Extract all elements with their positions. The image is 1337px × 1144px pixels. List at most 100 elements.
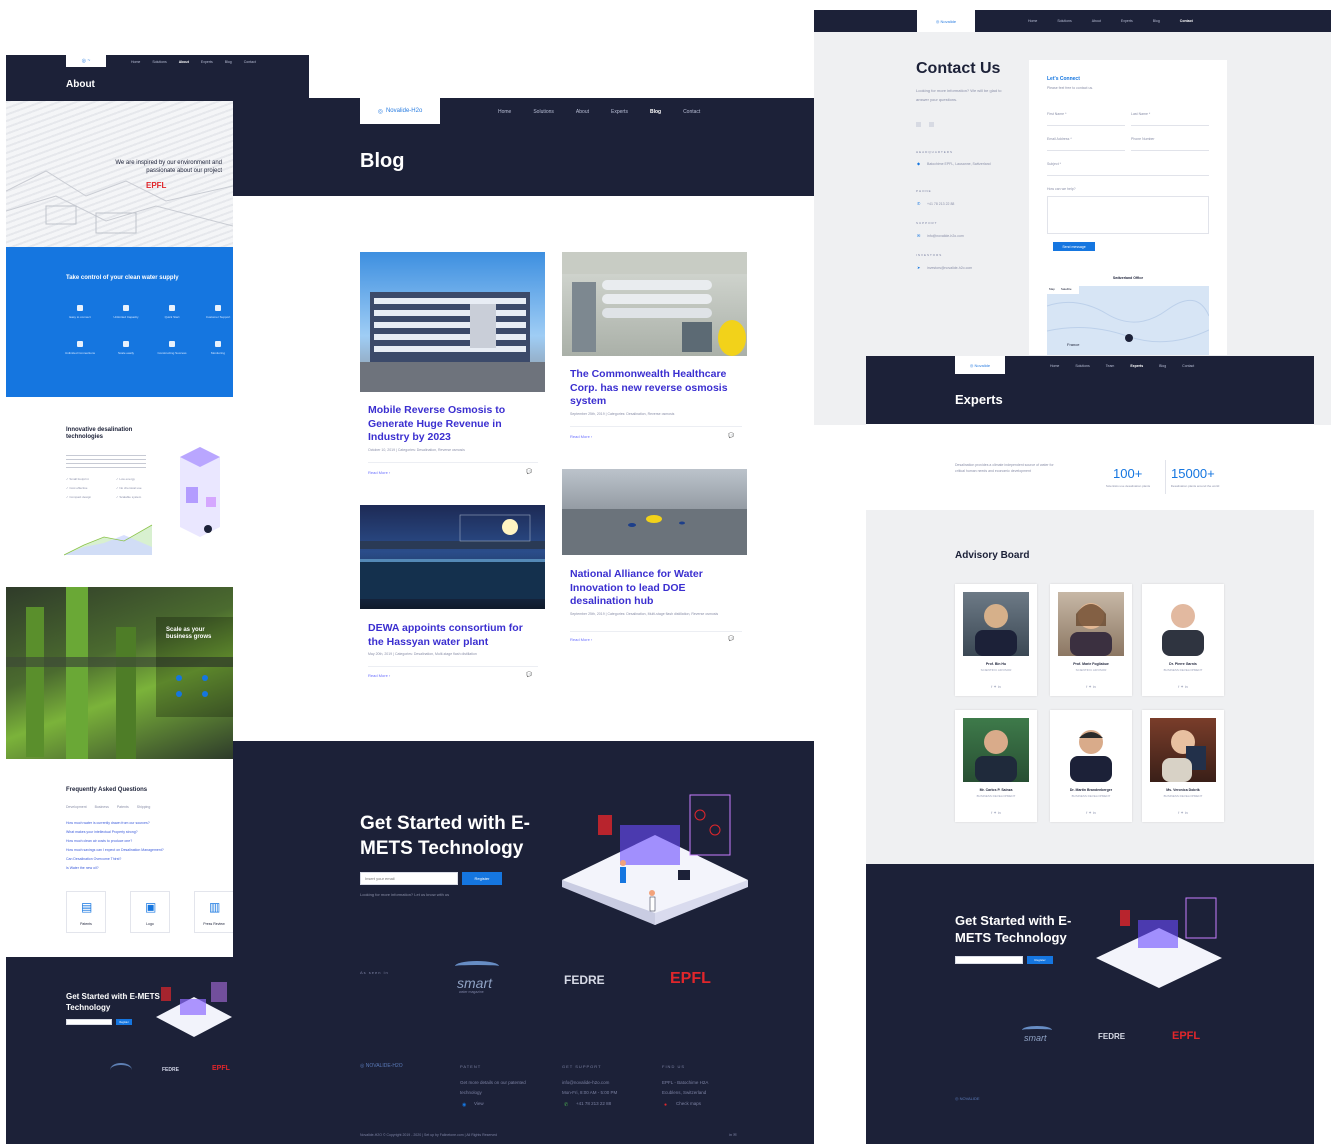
expert-card[interactable]: Prof. Marie Fogliabue SCIENTIFIC ADVISOR…: [1050, 584, 1132, 696]
experts-cta-register-button[interactable]: Register: [1027, 956, 1053, 964]
post-title[interactable]: Mobile Reverse Osmosis to Generate Huge …: [368, 404, 538, 445]
blog-post-card[interactable]: The Commonwealth Healthcare Corp. has ne…: [562, 252, 747, 452]
nav-solutions[interactable]: Solutions: [533, 109, 554, 115]
faq-tab[interactable]: Shipping: [137, 805, 151, 809]
read-more-link[interactable]: Read More ›: [570, 434, 592, 439]
read-more-link[interactable]: Read More ›: [570, 637, 592, 642]
post-title[interactable]: National Alliance for Water Innovation t…: [570, 568, 742, 609]
faq-item[interactable]: Can Desalination Overcome Thirst?: [66, 857, 121, 861]
footer-logo[interactable]: ◎ NOVALIDE-H2O: [360, 1063, 403, 1069]
doc-card-patents[interactable]: ▤ Patents: [66, 891, 106, 933]
expert-card[interactable]: Dr. Martin Brandenberger BUSINESS DEVELO…: [1050, 710, 1132, 822]
expert-social-icons[interactable]: f ✦ in: [1142, 684, 1224, 689]
expert-card[interactable]: Ms. Veronica Dobrik BUSINESS DEVELOPMENT…: [1142, 710, 1224, 822]
post-title[interactable]: The Commonwealth Healthcare Corp. has ne…: [570, 368, 742, 409]
experts-logo[interactable]: ◎ Novalide: [955, 356, 1005, 374]
doc-card-press[interactable]: ▥ Press Review: [194, 891, 233, 933]
about-cta-register-button[interactable]: Register: [116, 1019, 132, 1025]
expert-social-icons[interactable]: f ✦ in: [955, 684, 1037, 689]
nav-contact[interactable]: Contact: [1180, 19, 1193, 23]
nav-contact[interactable]: Contact: [1182, 364, 1194, 368]
nav-about[interactable]: About: [1092, 19, 1101, 23]
faq-item[interactable]: What makes your intellectual Property st…: [66, 830, 138, 834]
nav-about[interactable]: About: [576, 109, 589, 115]
expert-social-icons[interactable]: f ✦ in: [955, 810, 1037, 815]
nav-home[interactable]: Home: [498, 109, 511, 115]
expert-card[interactable]: Prof. Bin Hu SCIENTIFIC ADVISOR f ✦ in: [955, 584, 1037, 696]
last-name-field[interactable]: [1131, 120, 1209, 126]
nav-experts[interactable]: Experts: [1121, 19, 1133, 23]
nav-contact[interactable]: Contact: [244, 60, 256, 64]
contact-logo[interactable]: ◎ Novalide: [917, 10, 975, 32]
footer-logo[interactable]: ◎ NOVALIDE: [955, 1096, 980, 1101]
comment-icon[interactable]: 💬: [526, 469, 532, 475]
cta-register-button[interactable]: Register: [462, 872, 502, 885]
social-icon[interactable]: [929, 122, 934, 127]
nav-solutions[interactable]: Solutions: [1075, 364, 1089, 368]
experts-cta-email-input[interactable]: [955, 956, 1023, 964]
faq-tab[interactable]: Development: [66, 805, 87, 809]
about-logo[interactable]: ◎ ~: [66, 55, 106, 67]
expert-card[interactable]: Dr. Pierre Garnis BUSINESS DEVELOPMENT f…: [1142, 584, 1224, 696]
map-tab[interactable]: Map: [1049, 287, 1055, 291]
office-map[interactable]: Map Satellite France: [1046, 286, 1210, 355]
nav-blog[interactable]: Blog: [225, 60, 232, 64]
phone-field[interactable]: [1131, 145, 1209, 151]
nav-home[interactable]: Home: [131, 60, 140, 64]
phone-text[interactable]: +41 78 213 22 88: [927, 202, 954, 206]
nav-about[interactable]: About: [179, 60, 189, 64]
nav-blog[interactable]: Blog: [1159, 364, 1166, 368]
doc-card-logo[interactable]: ▣ Logo: [130, 891, 170, 933]
email-field[interactable]: [1047, 145, 1125, 151]
social-icon[interactable]: [916, 122, 921, 127]
nav-home[interactable]: Home: [1050, 364, 1059, 368]
footer-maps-link[interactable]: Check maps: [676, 1099, 701, 1109]
nav-team[interactable]: Team: [1106, 364, 1115, 368]
comment-icon[interactable]: 💬: [728, 433, 734, 439]
subject-field[interactable]: [1047, 170, 1209, 176]
expert-social-icons[interactable]: f ✦ in: [1050, 810, 1132, 815]
send-message-button[interactable]: Send message: [1053, 242, 1095, 251]
read-more-link[interactable]: Read More ›: [368, 470, 390, 475]
footer-email[interactable]: info@novalide-h2o.com: [562, 1078, 609, 1088]
blog-post-card[interactable]: DEWA appoints consortium for the Hassyan…: [360, 505, 545, 690]
footer-col1-link[interactable]: View: [474, 1099, 484, 1109]
cta-email-input[interactable]: [360, 872, 458, 885]
support-text[interactable]: info@novalide-h2o.com: [927, 234, 964, 238]
blog-post-card[interactable]: Mobile Reverse Osmosis to Generate Huge …: [360, 252, 545, 487]
faq-item[interactable]: How much savings can I expect on Desalin…: [66, 848, 164, 852]
comment-icon[interactable]: 💬: [526, 672, 532, 678]
faq-item[interactable]: How much clean air costs to produce one?: [66, 839, 132, 843]
map-tab[interactable]: Satellite: [1061, 287, 1072, 291]
message-textarea[interactable]: [1047, 196, 1209, 234]
nav-experts[interactable]: Experts: [611, 109, 628, 115]
nav-solutions[interactable]: Solutions: [1057, 19, 1071, 23]
nav-experts[interactable]: Experts: [1130, 364, 1143, 368]
expert-social-icons[interactable]: f ✦ in: [1142, 810, 1224, 815]
expert-card[interactable]: Mr. Carlos P. Sainza BUSINESS DEVELOPMEN…: [955, 710, 1037, 822]
faq-tab[interactable]: Patents: [117, 805, 129, 809]
about-cta-email-input[interactable]: [66, 1019, 112, 1025]
first-name-field[interactable]: [1047, 120, 1125, 126]
nav-experts[interactable]: Experts: [201, 60, 213, 64]
footer-phone[interactable]: +41 78 213 22 88: [576, 1099, 611, 1109]
expert-social-icons[interactable]: f ✦ in: [1050, 684, 1132, 689]
nav-blog[interactable]: Blog: [1153, 19, 1160, 23]
post-image-ocean[interactable]: [562, 469, 747, 555]
comment-icon[interactable]: 💬: [728, 636, 734, 642]
nav-blog[interactable]: Blog: [650, 109, 661, 115]
blog-post-card[interactable]: National Alliance for Water Innovation t…: [562, 469, 747, 659]
faq-item[interactable]: How much water is currently drawn from o…: [66, 821, 150, 825]
nav-contact[interactable]: Contact: [683, 109, 700, 115]
read-more-link[interactable]: Read More ›: [368, 673, 390, 678]
post-image-reverse-osmosis[interactable]: [360, 252, 545, 392]
social-icons[interactable]: in ✉: [729, 1132, 737, 1137]
post-title[interactable]: DEWA appoints consortium for the Hassyan…: [368, 622, 538, 649]
nav-home[interactable]: Home: [1028, 19, 1037, 23]
investors-text[interactable]: investors@novalide-h2o.com: [927, 266, 972, 270]
nav-solutions[interactable]: Solutions: [152, 60, 166, 64]
faq-tab[interactable]: Business: [95, 805, 109, 809]
blog-logo[interactable]: ◎ Novalide-H2o: [360, 98, 440, 124]
faq-item[interactable]: Is Water the new oil?: [66, 866, 99, 870]
post-image-ro-plant[interactable]: [562, 252, 747, 356]
